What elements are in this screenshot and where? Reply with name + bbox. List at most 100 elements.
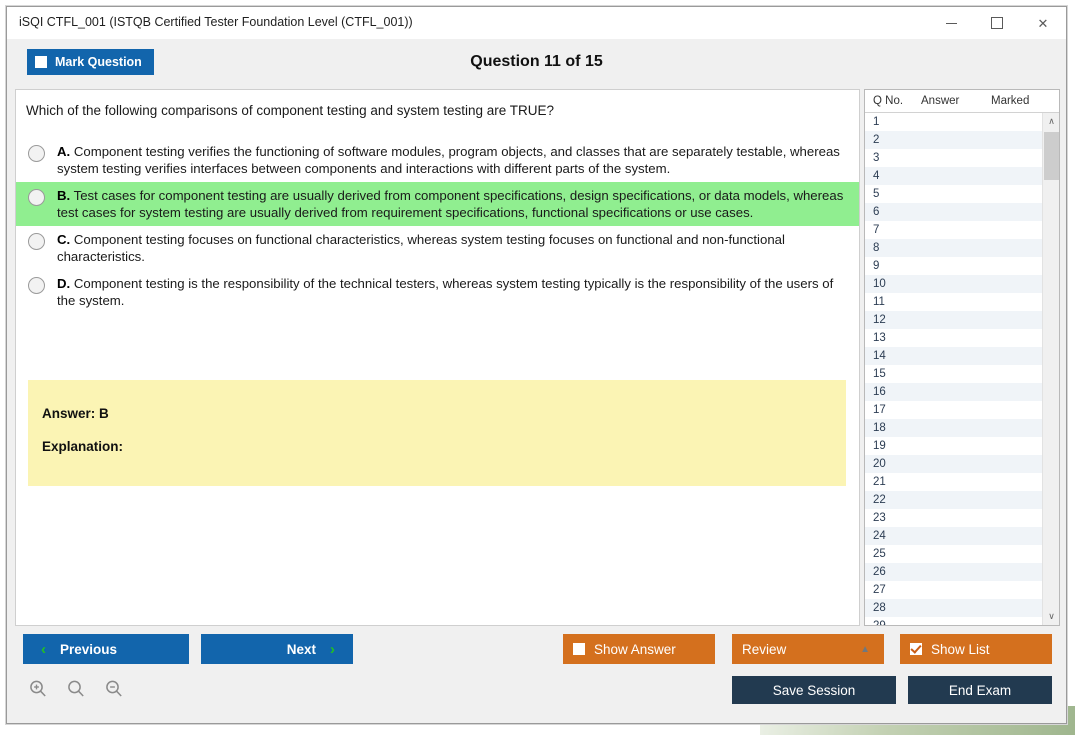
question-list-header: Q No. Answer Marked (865, 90, 1059, 113)
close-icon: ✕ (1037, 15, 1049, 31)
show-list-button[interactable]: Show List (900, 634, 1052, 664)
question-list-row[interactable]: 8 (865, 239, 1042, 257)
answer-option-letter: B. (57, 188, 71, 203)
answer-option-body: Component testing is the responsibility … (57, 276, 834, 308)
radio-button-icon[interactable] (28, 233, 45, 250)
question-list-row[interactable]: 7 (865, 221, 1042, 239)
question-list-row[interactable]: 6 (865, 203, 1042, 221)
answer-option-body: Test cases for component testing are usu… (57, 188, 844, 220)
answer-options-list: A. Component testing verifies the functi… (16, 138, 859, 314)
question-list-row[interactable]: 3 (865, 149, 1042, 167)
previous-button[interactable]: ‹ Previous (23, 634, 189, 664)
cell-question-number: 29 (865, 620, 917, 625)
answer-option-body: Component testing focuses on functional … (57, 232, 785, 264)
column-header-answer: Answer (921, 95, 960, 107)
question-list-row[interactable]: 9 (865, 257, 1042, 275)
save-session-label: Save Session (772, 682, 856, 698)
answer-option-text: B. Test cases for component testing are … (57, 187, 845, 221)
question-list-row[interactable]: 29 (865, 617, 1042, 625)
maximize-button[interactable] (974, 7, 1020, 39)
question-list-row[interactable]: 21 (865, 473, 1042, 491)
question-list-row[interactable]: 4 (865, 167, 1042, 185)
question-list-row[interactable]: 23 (865, 509, 1042, 527)
question-list-scrollbar[interactable]: ∧ ∨ (1042, 113, 1059, 625)
mark-question-button[interactable]: Mark Question (27, 49, 154, 75)
close-button[interactable]: ✕ (1020, 7, 1066, 39)
radio-button-icon[interactable] (28, 277, 45, 294)
cell-question-number: 22 (873, 494, 886, 506)
answer-option-text: A. Component testing verifies the functi… (57, 143, 845, 177)
cell-question-number: 4 (873, 170, 880, 182)
show-answer-button[interactable]: Show Answer (563, 634, 715, 664)
window-titlebar: iSQI CTFL_001 (ISTQB Certified Tester Fo… (7, 7, 1066, 40)
end-exam-button[interactable]: End Exam (908, 676, 1052, 704)
scroll-up-icon[interactable]: ∧ (1043, 113, 1059, 130)
next-label: Next (286, 641, 316, 657)
question-list-row[interactable]: 10 (865, 275, 1042, 293)
question-list-row[interactable]: 2 (865, 131, 1042, 149)
cell-question-number: 12 (873, 314, 886, 326)
cell-question-number: 20 (873, 458, 886, 470)
next-button[interactable]: Next › (201, 634, 353, 664)
cell-question-number: 6 (873, 206, 880, 218)
answer-option-c[interactable]: C. Component testing focuses on function… (16, 226, 859, 270)
cell-question-number: 2 (873, 134, 880, 146)
question-list-row[interactable]: 12 (865, 311, 1042, 329)
zoom-in-icon[interactable] (23, 674, 53, 704)
cell-question-number: 19 (873, 440, 886, 452)
cell-question-number: 15 (873, 368, 886, 380)
question-toolbar: Mark Question Question 11 of 15 (7, 39, 1066, 89)
answer-option-text: D. Component testing is the responsibili… (57, 275, 845, 309)
answer-option-b[interactable]: B. Test cases for component testing are … (16, 182, 859, 226)
next-chevron-icon: › (330, 640, 335, 658)
window-title: iSQI CTFL_001 (ISTQB Certified Tester Fo… (19, 15, 413, 29)
radio-button-icon[interactable] (28, 145, 45, 162)
answer-option-text: C. Component testing focuses on function… (57, 231, 845, 265)
question-list-row[interactable]: 28 (865, 599, 1042, 617)
question-list-row[interactable]: 16 (865, 383, 1042, 401)
question-list-body[interactable]: 1 2 3 4 5 6 7 8 9 10 11 12 13 14 15 16 17 18 19 20 21 22 23 24 2… (865, 113, 1042, 625)
question-list-row[interactable]: 25 (865, 545, 1042, 563)
question-list-row[interactable]: 18 (865, 419, 1042, 437)
cell-question-number: 13 (873, 332, 886, 344)
radio-button-icon[interactable] (28, 189, 45, 206)
question-list-row[interactable]: 13 (865, 329, 1042, 347)
question-list-row[interactable]: 24 (865, 527, 1042, 545)
scroll-down-icon[interactable]: ∨ (1043, 608, 1059, 625)
question-list-row[interactable]: 27 (865, 581, 1042, 599)
show-answer-checkbox-icon (573, 643, 585, 655)
cell-question-number: 7 (873, 224, 880, 236)
question-list-row[interactable]: 20 (865, 455, 1042, 473)
answer-explanation-panel: Answer: B Explanation: (28, 380, 846, 486)
question-list-row[interactable]: 22 (865, 491, 1042, 509)
question-list-row[interactable]: 19 (865, 437, 1042, 455)
cell-question-number: 27 (873, 584, 886, 596)
cell-question-number: 9 (873, 260, 880, 272)
answer-option-a[interactable]: A. Component testing verifies the functi… (16, 138, 859, 182)
question-list-row[interactable]: 17 (865, 401, 1042, 419)
question-list-row[interactable]: 26 (865, 563, 1042, 581)
minimize-button[interactable] (928, 7, 974, 39)
scrollbar-thumb[interactable] (1044, 132, 1059, 180)
zoom-out-icon[interactable] (99, 674, 129, 704)
answer-option-body: Component testing verifies the functioni… (57, 144, 840, 176)
question-list-row[interactable]: 1 (865, 113, 1042, 131)
question-list-row[interactable]: 11 (865, 293, 1042, 311)
cell-question-number: 26 (873, 566, 886, 578)
zoom-reset-icon[interactable] (61, 674, 91, 704)
cell-question-number: 14 (873, 350, 886, 362)
previous-chevron-icon: ‹ (41, 640, 46, 658)
review-dropdown-button[interactable]: Review ▲ (732, 634, 884, 664)
cell-question-number: 16 (873, 386, 886, 398)
end-exam-label: End Exam (948, 682, 1012, 698)
exam-simulator-window: iSQI CTFL_001 (ISTQB Certified Tester Fo… (6, 6, 1067, 724)
maximize-icon (991, 17, 1003, 29)
save-session-button[interactable]: Save Session (732, 676, 896, 704)
question-list-row[interactable]: 5 (865, 185, 1042, 203)
question-counter: Question 11 of 15 (470, 53, 603, 70)
cell-question-number: 28 (873, 602, 886, 614)
question-list-row[interactable]: 14 (865, 347, 1042, 365)
cell-question-number: 24 (873, 530, 886, 542)
question-list-row[interactable]: 15 (865, 365, 1042, 383)
answer-option-d[interactable]: D. Component testing is the responsibili… (16, 270, 859, 314)
